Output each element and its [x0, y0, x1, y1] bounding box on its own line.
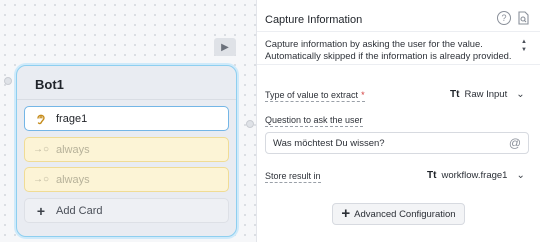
bot-node-title: Bot1 [35, 77, 64, 92]
chevron-down-icon: ⌄ [516, 89, 525, 100]
question-input-value: Was möchtest Du wissen? [273, 137, 385, 149]
card-always-1[interactable]: →○ always [24, 137, 229, 162]
card-frage1[interactable]: frage1 [24, 106, 229, 131]
ear-icon [34, 113, 48, 125]
card-label: always [56, 143, 90, 156]
inspector-panel: Capture Information ? Capture informatio… [256, 0, 540, 242]
node-input-handle[interactable] [4, 77, 12, 85]
play-icon: ▶ [221, 41, 229, 53]
bot-node[interactable]: Bot1 frage1 →○ always →○ always + Add Ca… [16, 65, 237, 237]
type-select[interactable]: Tt Raw Input ⌄ [450, 89, 525, 100]
document-search-icon[interactable] [517, 11, 531, 25]
text-type-icon: Tt [427, 170, 437, 181]
flow-canvas[interactable]: ▶ Bot1 frage1 →○ always →○ always + Add … [0, 0, 256, 242]
add-card-button[interactable]: + Add Card [24, 198, 229, 223]
card-label: frage1 [56, 112, 88, 125]
type-select-value: Raw Input [464, 89, 508, 100]
store-select[interactable]: Tt workflow.frage1 ⌄ [427, 170, 525, 181]
play-button[interactable]: ▶ [214, 38, 236, 56]
card-label: always [56, 173, 90, 186]
plus-icon: + [36, 202, 46, 219]
chevron-down-icon: ⌄ [516, 170, 525, 181]
panel-title: Capture Information [265, 14, 363, 26]
question-input[interactable]: Was möchtest Du wissen? @ [265, 132, 529, 154]
panel-divider [257, 64, 540, 65]
bot-node-divider [17, 99, 236, 100]
text-type-icon: Tt [450, 89, 460, 100]
node-output-handle[interactable] [246, 120, 254, 128]
panel-description: Capture information by asking the user f… [265, 38, 512, 61]
advanced-configuration-button[interactable]: + Advanced Configuration [332, 203, 465, 225]
advanced-configuration-label: Advanced Configuration [354, 208, 456, 220]
arrow-circle-icon: →○ [32, 144, 50, 155]
question-label: Question to ask the user [265, 115, 363, 127]
at-sign-icon[interactable]: @ [509, 136, 521, 150]
store-label: Store result in [265, 171, 321, 183]
plus-icon: + [341, 204, 351, 222]
panel-divider [257, 31, 540, 32]
help-icon[interactable]: ? [497, 11, 511, 25]
type-label: Type of value to extract * [265, 90, 365, 102]
description-scrollbar[interactable]: ▲ ▼ [520, 38, 528, 60]
store-select-value: workflow.frage1 [441, 170, 508, 181]
add-card-label: Add Card [56, 204, 103, 217]
type-label-text: Type of value to extract [265, 90, 359, 100]
arrow-circle-icon: →○ [32, 174, 50, 185]
required-marker: * [361, 90, 365, 100]
card-always-2[interactable]: →○ always [24, 167, 229, 192]
